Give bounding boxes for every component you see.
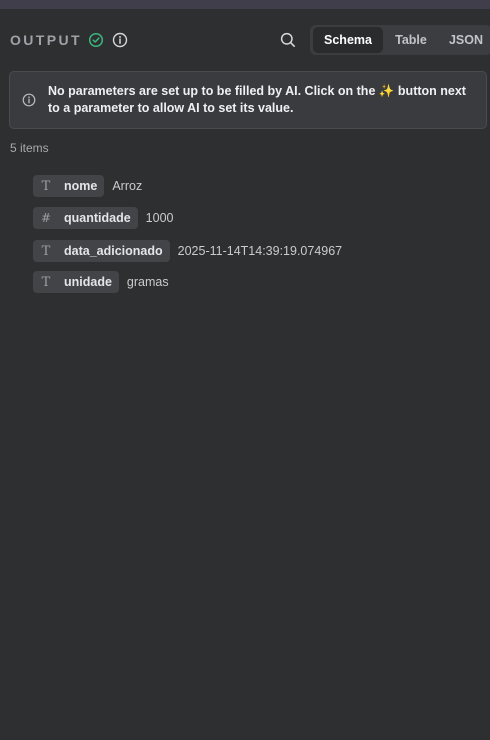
- notice-text-part: No parameters are set up to be filled by…: [48, 84, 379, 98]
- info-icon[interactable]: [112, 32, 128, 48]
- schema-field-row: T unidade gramas: [33, 271, 483, 293]
- notice-text: No parameters are set up to be filled by…: [48, 83, 478, 117]
- schema-field-row: # quantidade 1000: [33, 207, 483, 229]
- field-value: gramas: [126, 275, 169, 289]
- tab-json[interactable]: JSON: [438, 27, 490, 53]
- ai-parameters-notice: No parameters are set up to be filled by…: [9, 71, 487, 129]
- view-mode-switcher: Schema Table JSON: [310, 25, 490, 55]
- field-pill-unidade[interactable]: T unidade: [33, 271, 119, 293]
- info-icon: [21, 92, 37, 108]
- sparkle-icon: ✨: [378, 84, 395, 98]
- output-title: OUTPUT: [10, 32, 82, 48]
- field-pill-quantidade[interactable]: # quantidade: [33, 207, 138, 229]
- number-type-icon: #: [40, 211, 52, 225]
- text-type-icon: T: [41, 178, 51, 194]
- field-pill-nome[interactable]: T nome: [33, 175, 105, 197]
- schema-field-row: T nome Arroz: [33, 175, 483, 197]
- tab-table[interactable]: Table: [386, 27, 436, 53]
- field-value: 1000: [145, 211, 174, 225]
- field-pill-data-adicionado[interactable]: T data_adicionado: [33, 240, 170, 262]
- top-window-bar: [0, 0, 490, 9]
- field-name: quantidade: [64, 211, 131, 225]
- field-name: unidade: [64, 275, 112, 289]
- output-header: OUTPUT Schema Table JSON: [0, 24, 490, 56]
- text-type-icon: T: [41, 274, 51, 290]
- check-circle-icon: [88, 32, 104, 48]
- search-icon[interactable]: [279, 31, 297, 49]
- schema-field-list: T nome Arroz # quantidade 1000 T data_ad…: [33, 175, 483, 303]
- text-type-icon: T: [41, 243, 51, 259]
- field-value: Arroz: [112, 179, 143, 193]
- field-value: 2025-11-14T14:39:19.074967: [177, 244, 343, 258]
- tab-schema[interactable]: Schema: [313, 27, 383, 53]
- items-count: 5 items: [10, 141, 49, 155]
- field-name: nome: [64, 179, 98, 193]
- field-name: data_adicionado: [64, 244, 163, 258]
- schema-field-row: T data_adicionado 2025-11-14T14:39:19.07…: [33, 240, 483, 262]
